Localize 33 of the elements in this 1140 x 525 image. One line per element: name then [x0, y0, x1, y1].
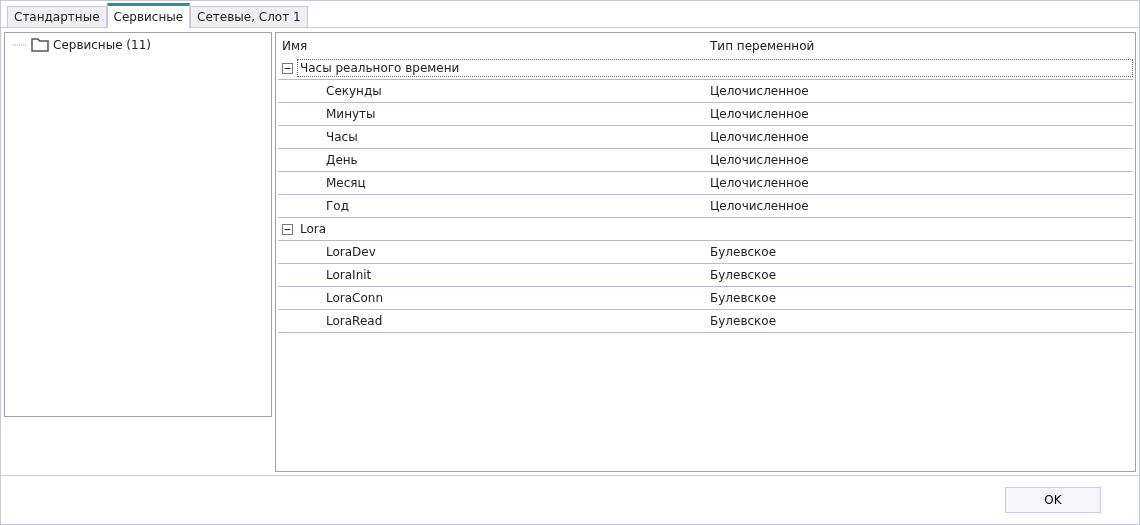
table-cell-text: Целочисленное	[709, 130, 810, 144]
table-cell-text: Месяц	[325, 176, 367, 190]
table-cell-text: LoraDev	[325, 245, 377, 259]
table-cell-text: LoraRead	[325, 314, 384, 328]
tab[interactable]: Сетевые, Слот 1	[190, 6, 308, 27]
group-row[interactable]: Lora	[297, 220, 330, 238]
tab[interactable]: Сервисные	[106, 3, 191, 28]
table-cell-text: Целочисленное	[709, 84, 810, 98]
table-cell-text: Булевское	[709, 268, 778, 282]
table-cell-text: Целочисленное	[709, 176, 810, 190]
table-cell-text: Год	[325, 199, 350, 213]
table-cell-text: День	[325, 153, 359, 167]
table-cell-text: LoraConn	[325, 291, 385, 305]
group-row[interactable]: Часы реального времени	[297, 59, 1133, 77]
tab[interactable]: Стандартные	[7, 6, 107, 27]
table-cell-text: Часы	[325, 130, 359, 144]
table-cell-text: Целочисленное	[709, 107, 810, 121]
tree-line-icon	[13, 43, 27, 46]
table-cell-text: Целочисленное	[709, 199, 810, 213]
table-cell-text: Булевское	[709, 291, 778, 305]
column-header: Тип переменной	[709, 39, 816, 53]
table-cell-text: Булевское	[709, 245, 778, 259]
table-cell-text: Целочисленное	[709, 153, 810, 167]
table-cell-text: Секунды	[325, 84, 383, 98]
table-cell-text: Булевское	[709, 314, 778, 328]
ok-button[interactable]: OK	[1005, 487, 1101, 513]
table-cell-text: Минуты	[325, 107, 377, 121]
collapse-icon[interactable]	[282, 223, 293, 235]
folder-icon	[31, 37, 49, 52]
table-cell-text: LoraInit	[325, 268, 373, 282]
column-header: Имя	[281, 39, 309, 53]
collapse-icon[interactable]	[282, 62, 293, 74]
tree-item[interactable]: Сервисные (11)	[53, 37, 151, 52]
